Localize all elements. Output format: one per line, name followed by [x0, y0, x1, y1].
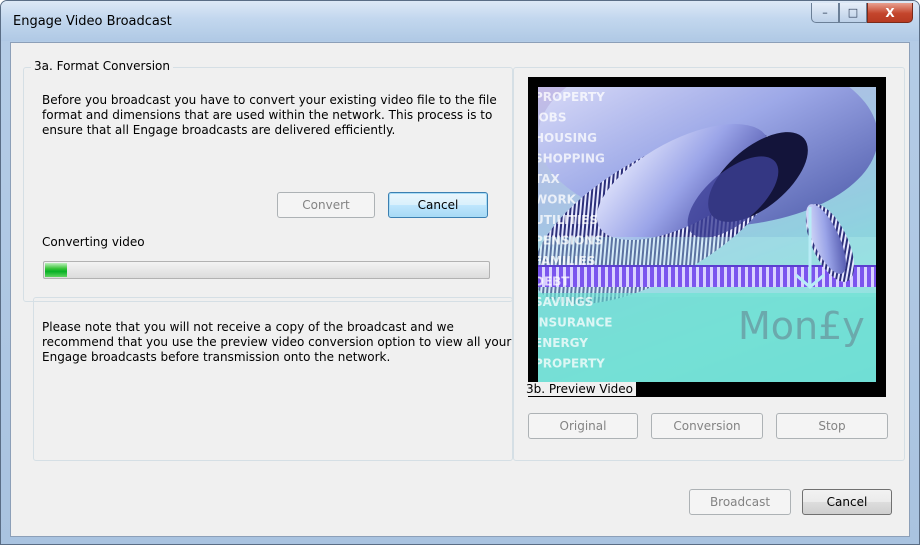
frame-word: PENSIONS	[538, 234, 603, 248]
title-bar[interactable]: Engage Video Broadcast – □ X	[1, 1, 919, 41]
dialog-body: 3a. Format Conversion Before you broadca…	[10, 42, 910, 537]
conversion-cancel-button[interactable]: Cancel	[388, 192, 488, 218]
progress-fill	[45, 263, 68, 277]
frame-word: FAMILIES	[538, 254, 595, 268]
stop-button[interactable]: Stop	[776, 413, 888, 439]
preview-title: 3b. Preview Video	[523, 382, 637, 396]
frame-word: INSURANCE	[538, 316, 612, 330]
close-icon: X	[885, 5, 895, 20]
frame-word: SHOPPING	[538, 152, 605, 166]
convert-button[interactable]: Convert	[277, 192, 375, 218]
dialog-cancel-button[interactable]: Cancel	[802, 489, 892, 515]
frame-word: ENERGY	[538, 336, 588, 350]
video-preview: Mon£y PROPERTY JOBS HOUSING SHOPPING TAX WORK…	[528, 77, 886, 397]
frame-word: UTILITIES	[538, 213, 598, 227]
frame-word: PROPERTY	[538, 357, 605, 371]
frame-word: DEBT	[538, 275, 570, 289]
money-title-text: Mon£y	[738, 304, 865, 348]
frame-word: HOUSING	[538, 131, 597, 145]
note-text: Please note that you will not receive a …	[42, 320, 512, 364]
app-window: Engage Video Broadcast – □ X 3a. Format …	[0, 0, 920, 545]
broadcast-button[interactable]: Broadcast	[689, 489, 791, 515]
minimize-icon: –	[822, 6, 828, 19]
frame-word: PROPERTY	[538, 90, 605, 104]
original-button[interactable]: Original	[528, 413, 638, 439]
maximize-icon: □	[847, 6, 859, 19]
frame-word: JOBS	[538, 111, 566, 125]
frame-word: WORK	[538, 193, 577, 207]
conversion-preview-button[interactable]: Conversion	[651, 413, 763, 439]
minimize-button[interactable]: –	[811, 3, 839, 23]
frame-word: SAVINGS	[538, 295, 593, 309]
video-frame: Mon£y PROPERTY JOBS HOUSING SHOPPING TAX WORK…	[538, 87, 876, 382]
video-frame-graphic: Mon£y PROPERTY JOBS HOUSING SHOPPING TAX WORK…	[538, 87, 876, 382]
conversion-progress-bar	[43, 261, 490, 279]
close-button[interactable]: X	[867, 3, 913, 23]
conversion-status-label: Converting video	[42, 235, 145, 249]
window-controls: – □ X	[811, 3, 913, 25]
format-conversion-title: 3a. Format Conversion	[31, 59, 173, 73]
window-title: Engage Video Broadcast	[13, 14, 172, 29]
frame-word: TAX	[538, 172, 561, 186]
maximize-button[interactable]: □	[839, 3, 867, 23]
format-conversion-description: Before you broadcast you have to convert…	[42, 93, 497, 137]
